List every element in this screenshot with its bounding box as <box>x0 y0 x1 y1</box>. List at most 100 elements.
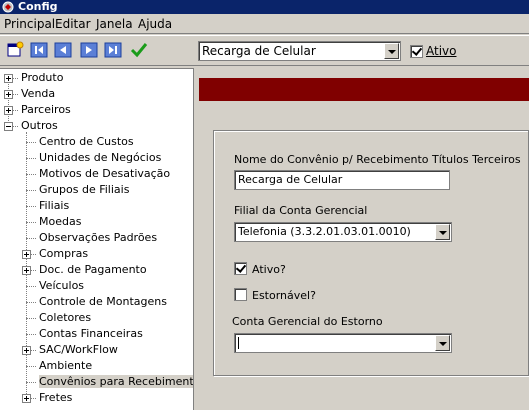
tree-item-label: Moedas <box>39 215 82 228</box>
toolbar: Recarga de Celular Ativo <box>0 35 529 66</box>
tree-item-label: Controle de Montagens <box>39 295 167 308</box>
ativo-toolbar-label: Ativo <box>426 44 457 58</box>
expand-icon[interactable] <box>22 266 31 275</box>
tree-item-label: Motivos de Desativação <box>39 167 171 180</box>
chevron-down-icon[interactable] <box>435 335 450 351</box>
tree-line <box>26 142 36 143</box>
tree-item[interactable]: Convênios para Recebimentos de Títulos T… <box>39 374 193 390</box>
estornavel-checkbox[interactable] <box>234 288 247 301</box>
tree-item[interactable]: Coletores <box>39 310 91 326</box>
tree-item[interactable]: SAC/WorkFlow <box>39 342 118 358</box>
tree-item[interactable]: Ambiente <box>39 358 92 374</box>
next-icon[interactable] <box>80 41 98 59</box>
previous-icon[interactable] <box>54 41 72 59</box>
tree-item-label: Coletores <box>39 311 92 324</box>
record-select-value: Recarga de Celular <box>202 44 316 58</box>
tree-item[interactable]: Controle de Montagens <box>39 294 167 310</box>
tree-item[interactable]: Doc. de Pagamento <box>39 262 147 278</box>
expand-icon[interactable] <box>22 394 31 403</box>
tree-item-label: Filiais <box>39 199 70 212</box>
main-panel: Nome do Convênio p/ Recebimento Títulos … <box>195 68 529 410</box>
tree-item-label: Ambiente <box>39 359 93 372</box>
menu-principal[interactable]: Principal <box>4 17 55 31</box>
tree-item[interactable]: Contas Financeiras <box>39 326 143 342</box>
tree-item[interactable]: Venda <box>21 86 55 102</box>
window-title: Config <box>18 0 58 13</box>
record-select[interactable]: Recarga de Celular <box>198 41 401 61</box>
tree-item[interactable]: Observações Padrões <box>39 230 157 246</box>
filial-select-value: Telefonia (3.3.2.01.03.01.0010) <box>238 225 411 238</box>
estornavel-label: Estornável? <box>252 289 316 302</box>
tree-line <box>26 190 36 191</box>
tree-item[interactable]: Compras <box>39 246 88 262</box>
tree-item-label: Venda <box>21 87 56 100</box>
tree-line <box>26 132 27 398</box>
name-field[interactable]: Recarga de Celular <box>234 170 450 190</box>
filial-select[interactable]: Telefonia (3.3.2.01.03.01.0010) <box>234 222 452 242</box>
tree-item[interactable]: Moedas <box>39 214 81 230</box>
collapse-icon[interactable] <box>4 122 13 131</box>
tree-item-label: Outros <box>21 119 58 132</box>
ativo-label: Ativo? <box>252 263 286 276</box>
new-icon[interactable] <box>6 41 24 59</box>
tree-item[interactable]: Centro de Custos <box>39 134 134 150</box>
name-field-value: Recarga de Celular <box>238 173 343 186</box>
menu-bar: Principal Editar Janela Ajuda <box>0 14 529 34</box>
ativo-toolbar-checkbox[interactable] <box>410 45 423 58</box>
tree-item[interactable]: Filiais <box>39 198 69 214</box>
expand-icon[interactable] <box>4 106 13 115</box>
menu-editar[interactable]: Editar <box>55 17 91 31</box>
expand-icon[interactable] <box>4 90 13 99</box>
expand-icon[interactable] <box>4 74 13 83</box>
tree-item-label: Fretes <box>39 391 73 404</box>
tree-line <box>26 206 36 207</box>
tree-item-label: Observações Padrões <box>39 231 158 244</box>
tree-item-label: SAC/WorkFlow <box>39 343 118 356</box>
tree-line <box>26 174 36 175</box>
tree-line <box>26 222 36 223</box>
tree-item-label: Grupos de Filiais <box>39 183 130 196</box>
last-icon[interactable] <box>104 41 122 59</box>
tree-item-label: Unidades de Negócios <box>39 151 162 164</box>
app-icon <box>2 1 14 13</box>
tree-item-label: Contas Financeiras <box>39 327 143 340</box>
tree-item[interactable]: Grupos de Filiais <box>39 182 129 198</box>
tree-item-label: Compras <box>39 247 89 260</box>
tree-line <box>26 334 36 335</box>
tree-item[interactable]: Outros <box>21 118 58 134</box>
tree-line <box>26 318 36 319</box>
tree-line <box>8 77 9 125</box>
chevron-down-icon[interactable] <box>384 43 399 59</box>
tree-item[interactable]: Parceiros <box>21 102 71 118</box>
expand-icon[interactable] <box>22 346 31 355</box>
header-banner <box>199 78 529 101</box>
tree-item-label: Convênios para Recebimentos de Títulos T… <box>39 375 193 388</box>
tree-item[interactable]: Motivos de Desativação <box>39 166 170 182</box>
form-panel: Nome do Convênio p/ Recebimento Títulos … <box>213 130 529 376</box>
tree-item-label: Produto <box>21 71 64 84</box>
estorno-label: Conta Gerencial do Estorno <box>232 315 383 328</box>
confirm-icon[interactable] <box>130 41 148 59</box>
ativo-checkbox[interactable] <box>234 262 247 275</box>
tree-item[interactable]: Veículos <box>39 278 84 294</box>
chevron-down-icon[interactable] <box>435 224 450 240</box>
tree-item[interactable]: Unidades de Negócios <box>39 150 161 166</box>
tree-line <box>26 302 36 303</box>
first-icon[interactable] <box>30 41 48 59</box>
tree-line <box>26 238 36 239</box>
estorno-select[interactable] <box>234 333 452 353</box>
tree-item-label: Veículos <box>39 279 85 292</box>
title-bar: Config <box>0 0 529 14</box>
navigation-tree: Produto Venda Parceiros Outros Centro de Cus… <box>0 68 194 410</box>
tree-line <box>26 382 36 383</box>
text-cursor <box>238 337 239 349</box>
tree-item[interactable]: Fretes <box>39 390 72 406</box>
tree-item-label: Centro de Custos <box>39 135 134 148</box>
expand-icon[interactable] <box>22 250 31 259</box>
menu-ajuda[interactable]: Ajuda <box>138 17 172 31</box>
tree-line <box>26 286 36 287</box>
menu-janela[interactable]: Janela <box>96 17 133 31</box>
tree-item[interactable]: Produto <box>21 70 63 86</box>
filial-label: Filial da Conta Gerencial <box>234 204 368 217</box>
name-label: Nome do Convênio p/ Recebimento Títulos … <box>234 153 521 166</box>
